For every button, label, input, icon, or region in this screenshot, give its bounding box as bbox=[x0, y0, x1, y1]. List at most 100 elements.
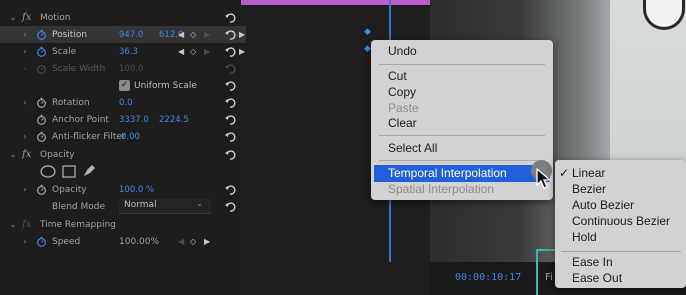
timeline-arrow-icon: ▶ bbox=[239, 30, 246, 39]
pen-mask-icon[interactable] bbox=[82, 164, 96, 178]
submenu-item-ease-in[interactable]: Ease In bbox=[572, 254, 613, 270]
reset-icon[interactable] bbox=[224, 29, 236, 41]
mask-tools bbox=[40, 164, 96, 178]
opacity-label: Opacity bbox=[52, 184, 87, 195]
expand-chevron-icon[interactable]: › bbox=[20, 98, 30, 107]
anti-flicker-row[interactable]: › Anti-flicker Filter 0.00 bbox=[0, 128, 246, 145]
rotation-row[interactable]: › Rotation 0.0 bbox=[0, 94, 246, 111]
blend-mode-label: Blend Mode bbox=[52, 201, 106, 212]
uniform-scale-checkbox[interactable]: ✓ bbox=[119, 80, 130, 91]
menu-separator bbox=[379, 135, 545, 136]
context-menu: Undo Cut Copy Paste Clear Select All Tem… bbox=[371, 40, 553, 200]
keyframe-icon[interactable]: ◆ bbox=[364, 27, 371, 37]
fx-icon[interactable]: fx bbox=[22, 12, 31, 23]
motion-row[interactable]: ⌄ fx Motion bbox=[0, 9, 246, 26]
reset-icon bbox=[225, 64, 236, 74]
fx-icon[interactable]: fx bbox=[22, 149, 31, 160]
menu-item-copy[interactable]: Copy bbox=[371, 84, 553, 101]
rectangle-mask-icon[interactable] bbox=[62, 164, 76, 178]
rotation-label: Rotation bbox=[52, 97, 90, 108]
scale-value[interactable]: 36.3 bbox=[119, 47, 138, 57]
menu-item-select-all[interactable]: Select All bbox=[371, 140, 553, 157]
motion-label: Motion bbox=[40, 12, 71, 23]
clip-bar[interactable] bbox=[241, 0, 430, 5]
add-keyframe-icon[interactable]: ◇ bbox=[190, 237, 196, 246]
scale-width-label: Scale Width bbox=[52, 63, 106, 74]
expand-chevron-icon[interactable]: › bbox=[20, 185, 30, 194]
fx-icon[interactable]: fx bbox=[22, 219, 31, 230]
menu-separator bbox=[379, 64, 545, 65]
collapse-chevron-icon[interactable]: ⌄ bbox=[8, 150, 18, 159]
menu-item-cut[interactable]: Cut bbox=[371, 68, 553, 85]
anchor-point-row[interactable]: Anchor Point 3337.0 2224.5 bbox=[0, 111, 246, 128]
menu-item-spatial-interpolation: Spatial Interpolation bbox=[388, 182, 495, 196]
anti-flicker-value[interactable]: 0.00 bbox=[121, 132, 140, 142]
blend-mode-dropdown[interactable]: Normal ⌄ bbox=[119, 199, 211, 214]
anchor-point-y-value[interactable]: 2224.5 bbox=[159, 115, 189, 125]
submenu-item-hold[interactable]: Hold bbox=[572, 229, 597, 245]
expand-chevron-icon[interactable]: › bbox=[20, 237, 30, 246]
stopwatch-icon[interactable] bbox=[36, 29, 47, 40]
checkmark-icon: ✓ bbox=[559, 166, 570, 180]
reset-icon[interactable] bbox=[224, 80, 236, 92]
stopwatch-icon[interactable] bbox=[36, 131, 47, 142]
opacity-value[interactable]: 100.0 % bbox=[119, 185, 154, 195]
prev-keyframe-icon[interactable]: ◀ bbox=[178, 47, 184, 56]
anchor-point-x-value[interactable]: 3337.0 bbox=[119, 115, 149, 125]
prev-keyframe-icon[interactable]: ◀ bbox=[178, 237, 184, 246]
reset-icon[interactable] bbox=[224, 97, 236, 109]
submenu-item-continuous-bezier[interactable]: Continuous Bezier bbox=[572, 213, 670, 229]
uniform-scale-row[interactable]: ✓ Uniform Scale bbox=[0, 77, 246, 94]
next-keyframe-icon[interactable]: ▶ bbox=[204, 237, 210, 246]
submenu-item-bezier[interactable]: Bezier bbox=[572, 181, 606, 197]
opacity-group-label: Opacity bbox=[40, 149, 75, 160]
stopwatch-icon[interactable] bbox=[36, 97, 47, 108]
effect-controls-panel: ⌄ fx Motion › Position 947.0 612.0 ◀ ◇ ▶… bbox=[0, 0, 246, 295]
rotation-value[interactable]: 0.0 bbox=[119, 98, 133, 108]
submenu-item-ease-out[interactable]: Ease Out bbox=[572, 270, 622, 286]
scale-label: Scale bbox=[52, 46, 77, 57]
submenu-item-auto-bezier[interactable]: Auto Bezier bbox=[572, 197, 634, 213]
menu-item-undo[interactable]: Undo bbox=[371, 43, 553, 60]
reset-icon[interactable] bbox=[224, 184, 236, 196]
menu-item-clear[interactable]: Clear bbox=[371, 115, 553, 132]
speed-label: Speed bbox=[52, 236, 81, 247]
prev-keyframe-icon[interactable]: ◀ bbox=[178, 30, 184, 39]
blend-mode-row[interactable]: Blend Mode Normal ⌄ bbox=[0, 198, 246, 215]
playhead-timecode[interactable]: 00:00:10:17 bbox=[455, 272, 521, 283]
reset-icon[interactable] bbox=[224, 149, 236, 161]
time-remapping-row[interactable]: ⌄ fx Time Remapping bbox=[0, 216, 246, 233]
uniform-scale-label: Uniform Scale bbox=[134, 80, 197, 91]
next-keyframe-icon[interactable]: ▶ bbox=[204, 30, 210, 39]
position-x-value[interactable]: 947.0 bbox=[119, 30, 143, 40]
menu-item-temporal-interpolation[interactable]: Temporal Interpolation bbox=[374, 165, 550, 182]
opacity-group-row[interactable]: ⌄ fx Opacity bbox=[0, 146, 246, 163]
ellipse-mask-icon[interactable] bbox=[40, 164, 56, 178]
speed-row[interactable]: › Speed 100.00% ◀ ◇ ▶ bbox=[0, 233, 246, 250]
add-keyframe-icon[interactable]: ◇ bbox=[190, 30, 196, 39]
collapse-chevron-icon[interactable]: ⌄ bbox=[8, 220, 18, 229]
speed-value[interactable]: 100.00% bbox=[119, 237, 159, 247]
stopwatch-icon[interactable] bbox=[36, 236, 47, 247]
opacity-row[interactable]: › Opacity 100.0 % bbox=[0, 181, 246, 198]
blend-mode-value: Normal bbox=[124, 200, 157, 210]
expand-chevron-icon[interactable]: › bbox=[20, 47, 30, 56]
stopwatch-icon[interactable] bbox=[36, 46, 47, 57]
position-label: Position bbox=[52, 29, 88, 40]
collapse-chevron-icon[interactable]: ⌄ bbox=[8, 13, 18, 22]
expand-chevron-icon[interactable]: › bbox=[20, 30, 30, 39]
reset-icon[interactable] bbox=[224, 114, 236, 126]
stopwatch-icon[interactable] bbox=[36, 184, 47, 195]
reset-icon[interactable] bbox=[224, 46, 236, 58]
reset-icon[interactable] bbox=[224, 12, 236, 24]
next-keyframe-icon[interactable]: ▶ bbox=[204, 47, 210, 56]
reset-icon[interactable] bbox=[224, 131, 236, 143]
keyframe-icon[interactable]: ◆ bbox=[364, 44, 371, 54]
expand-chevron-icon[interactable]: › bbox=[20, 132, 30, 141]
submenu-item-linear[interactable]: Linear bbox=[572, 165, 605, 181]
scale-row[interactable]: › Scale 36.3 ◀ ◇ ▶ ▶ bbox=[0, 43, 246, 60]
add-keyframe-icon[interactable]: ◇ bbox=[190, 47, 196, 56]
reset-icon[interactable] bbox=[224, 201, 236, 213]
stopwatch-icon[interactable] bbox=[36, 114, 47, 125]
position-row[interactable]: › Position 947.0 612.0 ◀ ◇ ▶ ▶ bbox=[0, 26, 246, 43]
